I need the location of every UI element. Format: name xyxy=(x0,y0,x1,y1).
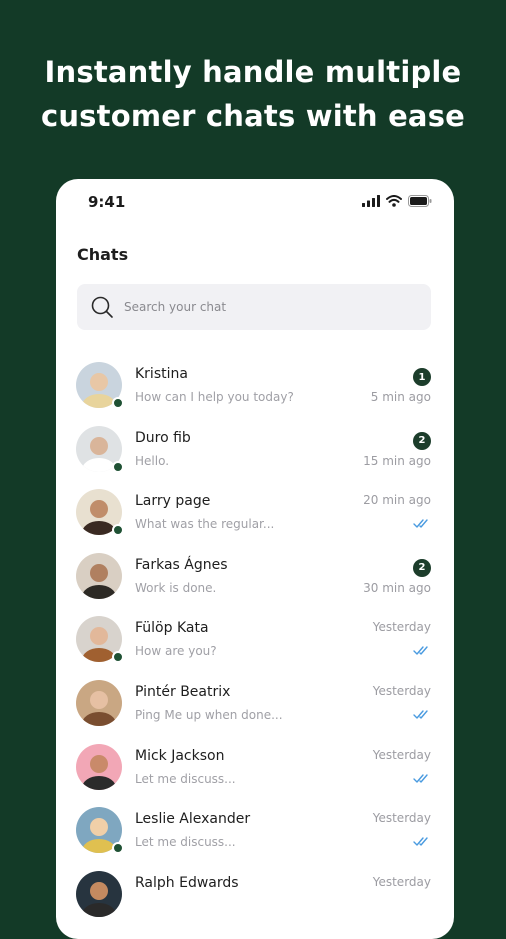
message-preview: How can I help you today? xyxy=(135,390,294,404)
avatar xyxy=(76,870,122,917)
chat-row[interactable]: Mick Jackson Let me discuss... Yesterday xyxy=(56,736,454,800)
contact-name: Leslie Alexander xyxy=(135,811,251,828)
contact-name: Duro fib xyxy=(135,429,191,446)
contact-name: Kristina xyxy=(135,366,188,382)
avatar xyxy=(76,552,122,599)
message-preview: Ping Me up when done... xyxy=(135,707,283,722)
headline-line-1: Instantly handle multiple xyxy=(44,55,462,89)
online-status-dot xyxy=(112,524,124,537)
unread-badge: 2 xyxy=(413,431,431,450)
message-preview: Work is done. xyxy=(135,580,217,595)
chat-row[interactable]: Leslie Alexander Let me discuss... Yesterd… xyxy=(56,799,454,863)
status-bar: 9:41 xyxy=(56,179,454,225)
message-time: 15 min ago xyxy=(363,453,431,468)
message-preview: Let me discuss... xyxy=(135,835,236,850)
message-time: Yesterday xyxy=(372,874,431,889)
read-receipt-icon xyxy=(413,646,428,656)
contact-name: Ralph Edwards xyxy=(135,874,239,891)
message-time: Yesterday xyxy=(372,747,431,762)
message-time: 5 min ago xyxy=(370,390,431,404)
read-receipt-icon xyxy=(413,519,428,528)
message-time: 20 min ago xyxy=(363,493,431,508)
message-time: 30 min ago xyxy=(363,580,431,595)
contact-name: Farkas Ágnes xyxy=(135,556,228,573)
chat-row[interactable]: Duro fib Hello. 2 15 min ago xyxy=(56,418,454,482)
search-bar[interactable]: Search your chat xyxy=(77,284,431,330)
chat-row[interactable]: Fülöp Kata How are you? Yesterday xyxy=(56,608,454,672)
online-status-dot xyxy=(112,842,124,855)
cellular-signal-icon xyxy=(362,195,380,207)
online-status-dot xyxy=(112,397,124,409)
status-icons xyxy=(362,195,432,207)
read-receipt-icon xyxy=(413,710,428,719)
read-receipt-icon xyxy=(413,773,428,783)
phone-frame: 9:41 Chats Search your chat Kristina How… xyxy=(56,179,454,939)
chat-list: Kristina How can I help you today? 1 5 min … xyxy=(56,354,454,926)
avatar xyxy=(76,679,122,726)
message-preview: What was the regular... xyxy=(135,517,275,532)
contact-name: Mick Jackson xyxy=(135,747,225,764)
unread-badge: 2 xyxy=(413,558,431,577)
battery-icon xyxy=(408,195,432,207)
search-icon xyxy=(91,296,113,318)
contact-name: Larry page xyxy=(135,493,211,510)
chat-row[interactable]: Pintér Beatrix Ping Me up when done... Yes… xyxy=(56,672,454,736)
chat-row[interactable]: Kristina How can I help you today? 1 5 min … xyxy=(56,354,454,418)
search-input[interactable]: Search your chat xyxy=(124,300,226,314)
online-status-dot xyxy=(112,651,124,664)
contact-name: Pintér Beatrix xyxy=(135,683,231,700)
message-preview: Hello. xyxy=(135,453,170,468)
contact-name: Fülöp Kata xyxy=(135,620,209,637)
online-status-dot xyxy=(112,460,124,473)
unread-badge: 1 xyxy=(413,368,431,386)
page-title: Chats xyxy=(77,245,129,264)
read-receipt-icon xyxy=(413,837,428,846)
chat-row[interactable]: Ralph Edwards Yesterday xyxy=(56,863,454,927)
message-preview: Let me discuss... xyxy=(135,771,236,786)
chat-row[interactable]: Farkas Ágnes Work is done. 2 30 min ago xyxy=(56,545,454,609)
message-time: Yesterday xyxy=(372,683,431,698)
wifi-icon xyxy=(386,195,402,207)
message-preview: How are you? xyxy=(135,644,217,659)
message-time: Yesterday xyxy=(372,620,431,635)
chat-row[interactable]: Larry page What was the regular... 20 min … xyxy=(56,481,454,545)
promo-headline: Instantly handle multiple customer chats… xyxy=(0,50,506,138)
headline-line-2: customer chats with ease xyxy=(40,99,466,133)
message-time: Yesterday xyxy=(372,811,431,826)
avatar xyxy=(76,743,122,790)
status-time: 9:41 xyxy=(88,193,126,211)
